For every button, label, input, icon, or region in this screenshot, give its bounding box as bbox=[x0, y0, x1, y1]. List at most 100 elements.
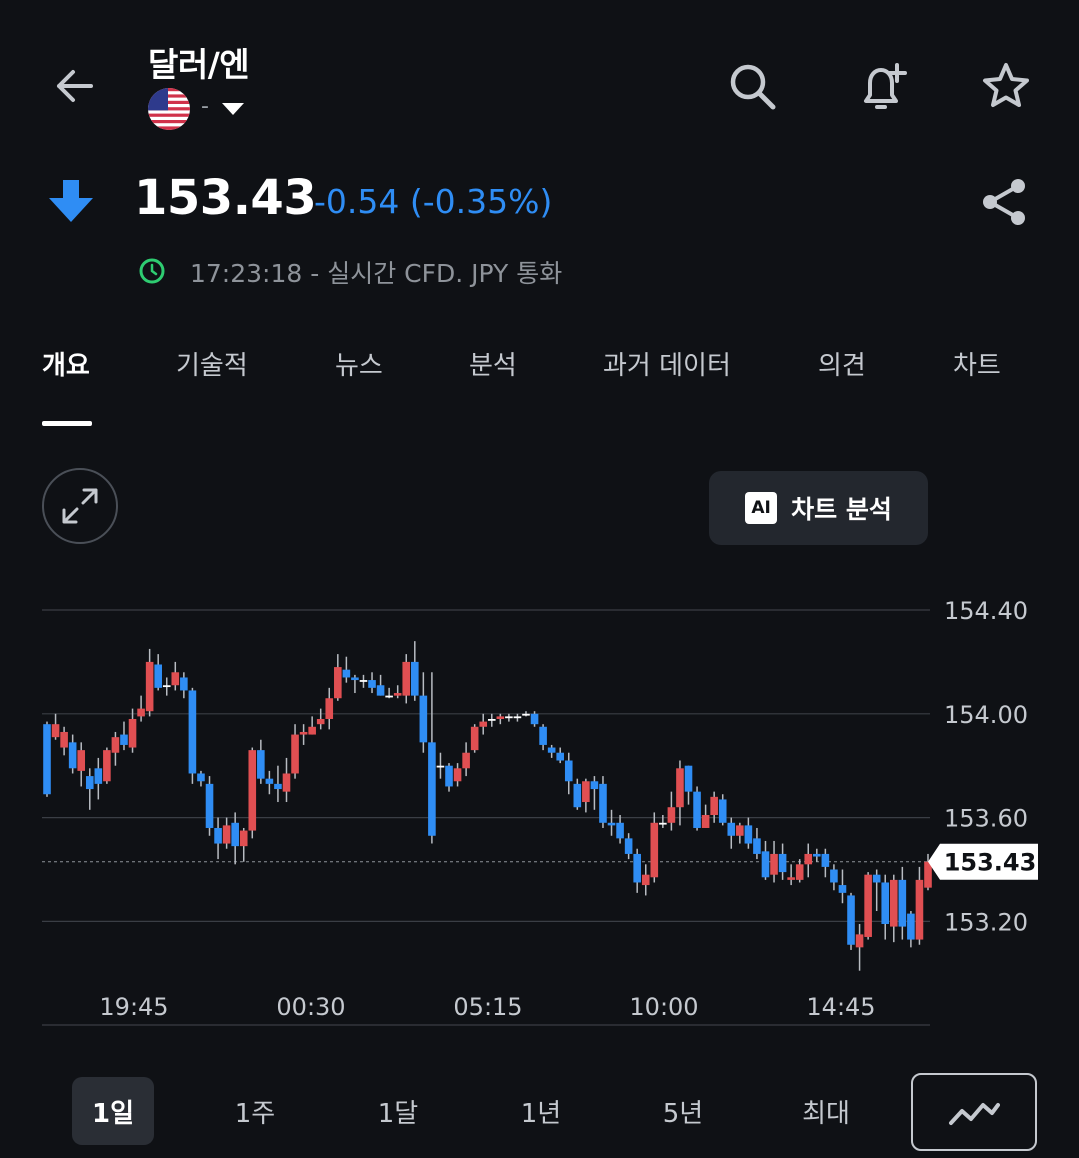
candle-body bbox=[813, 853, 821, 857]
candle-body bbox=[624, 838, 633, 854]
price-chart[interactable]: 154.40 154.00 153.60 153.20 19:45 00:30 05:15 1… bbox=[0, 590, 1079, 1040]
tab-technical[interactable]: 기술적 bbox=[176, 345, 248, 382]
candle-body bbox=[299, 731, 308, 735]
candle-body bbox=[274, 783, 282, 790]
y-tick-label: 154.40 bbox=[944, 597, 1028, 625]
candle-body bbox=[855, 934, 864, 948]
candle-body bbox=[522, 713, 530, 716]
candle-body bbox=[633, 853, 641, 883]
candle-body bbox=[94, 768, 103, 784]
tab-analysis[interactable]: 분석 bbox=[469, 345, 517, 382]
candle-body bbox=[162, 685, 171, 688]
period-1-year[interactable]: 1년 bbox=[500, 1077, 582, 1145]
candle-body bbox=[85, 776, 94, 790]
tab-overview[interactable]: 개요 bbox=[42, 345, 90, 382]
page-title: 달러/엔 bbox=[148, 45, 250, 84]
favorite-button[interactable] bbox=[976, 56, 1036, 116]
y-tick-label: 153.20 bbox=[944, 908, 1028, 936]
candle-body bbox=[539, 726, 547, 745]
price-direction-icon bbox=[47, 178, 95, 228]
candle-body bbox=[462, 752, 470, 769]
candle-body bbox=[864, 874, 872, 937]
candle-body bbox=[838, 885, 847, 893]
candle-body bbox=[137, 708, 145, 717]
candle-body bbox=[556, 752, 565, 761]
candle-body bbox=[599, 783, 607, 823]
x-tick-label: 10:00 bbox=[629, 993, 698, 1021]
candle-body bbox=[419, 695, 428, 743]
candle-body bbox=[239, 830, 248, 847]
add-alert-button[interactable] bbox=[850, 54, 916, 120]
candle-body bbox=[582, 781, 590, 803]
tab-chart[interactable]: 차트 bbox=[953, 345, 1001, 382]
candle-body bbox=[188, 690, 197, 774]
candle-body bbox=[736, 825, 744, 836]
candle-body bbox=[154, 664, 162, 688]
period-max[interactable]: 최대 bbox=[785, 1077, 867, 1145]
candle-body bbox=[898, 879, 907, 927]
candle-body bbox=[257, 750, 265, 779]
candle-body bbox=[282, 773, 291, 792]
candle-body bbox=[881, 882, 890, 924]
tab-news[interactable]: 뉴스 bbox=[335, 345, 383, 382]
candle-body bbox=[120, 734, 128, 745]
current-price: 153.43 bbox=[134, 170, 317, 226]
arrow-left-icon bbox=[57, 70, 93, 102]
x-tick-label: 05:15 bbox=[453, 993, 522, 1021]
candle-body bbox=[795, 864, 804, 880]
share-button[interactable] bbox=[972, 170, 1036, 234]
chevron-down-icon[interactable] bbox=[222, 103, 244, 115]
candle-body bbox=[727, 822, 736, 836]
candle-body bbox=[410, 661, 419, 696]
bell-plus-icon bbox=[864, 63, 907, 109]
candle-body bbox=[376, 685, 385, 696]
candle-body bbox=[445, 765, 453, 787]
period-1-week[interactable]: 1주 bbox=[214, 1077, 296, 1145]
period-5-years[interactable]: 5년 bbox=[642, 1077, 724, 1145]
y-tick-label: 154.00 bbox=[944, 701, 1028, 729]
candle-body bbox=[68, 742, 77, 769]
x-tick-label: 14:45 bbox=[806, 993, 875, 1021]
expand-chart-button[interactable] bbox=[42, 468, 118, 544]
candle-body bbox=[641, 874, 650, 886]
candle-body bbox=[761, 851, 770, 878]
quote-time-info: 17:23:18 - 실시간 CFD. JPY 통화 bbox=[190, 259, 563, 288]
candle-body bbox=[479, 721, 488, 727]
star-icon bbox=[983, 63, 1029, 107]
candle-body bbox=[402, 661, 411, 696]
candle-body bbox=[334, 667, 342, 699]
period-1-day[interactable]: 1일 bbox=[72, 1077, 154, 1145]
exchange-subtitle: - bbox=[201, 94, 209, 119]
period-1-month[interactable]: 1달 bbox=[357, 1077, 439, 1145]
candle-body bbox=[291, 734, 299, 774]
tab-opinion[interactable]: 의견 bbox=[818, 345, 866, 382]
candle-body bbox=[393, 693, 402, 696]
ai-button-label: 차트 분석 bbox=[791, 495, 892, 524]
candle-body bbox=[43, 724, 51, 795]
search-icon bbox=[730, 64, 776, 110]
search-button[interactable] bbox=[722, 56, 784, 118]
candle-body bbox=[342, 669, 351, 678]
candle-body bbox=[821, 853, 830, 867]
tab-historical-data[interactable]: 과거 데이터 bbox=[603, 345, 731, 382]
candle-body bbox=[385, 695, 393, 698]
candle-body bbox=[103, 750, 111, 782]
candle-body bbox=[915, 879, 924, 940]
chart-type-button[interactable] bbox=[911, 1073, 1037, 1151]
back-button[interactable] bbox=[46, 58, 102, 114]
line-chart-icon bbox=[949, 1103, 1000, 1125]
candle-body bbox=[564, 760, 573, 782]
candle-body bbox=[718, 799, 727, 823]
candle-body bbox=[308, 726, 316, 735]
candle-body bbox=[830, 869, 838, 883]
candle-body bbox=[351, 677, 359, 681]
candle-body bbox=[145, 661, 154, 712]
expand-icon bbox=[62, 488, 98, 524]
ai-chart-analysis-button[interactable]: AI 차트 분석 bbox=[709, 471, 928, 545]
candle-body bbox=[505, 716, 513, 719]
candle-body bbox=[436, 765, 445, 768]
candle-body bbox=[359, 680, 368, 682]
arrow-down-icon bbox=[49, 180, 93, 222]
candle-body bbox=[171, 672, 180, 686]
y-tick-label: 153.60 bbox=[944, 805, 1028, 833]
